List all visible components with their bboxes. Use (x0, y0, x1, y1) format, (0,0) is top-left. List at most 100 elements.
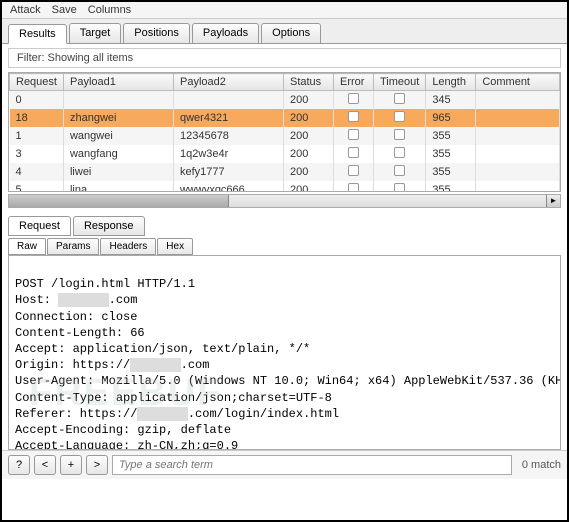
checkbox-icon (348, 147, 359, 158)
next-button[interactable]: > (86, 455, 108, 475)
prev-button[interactable]: < (34, 455, 56, 475)
cell-request: 1 (10, 127, 64, 145)
checkbox-icon (394, 165, 405, 176)
cell-request: 5 (10, 181, 64, 192)
plus-button[interactable]: + (60, 455, 82, 475)
cell-payload1: wangwei (63, 127, 173, 145)
sub-tabs: Raw Params Headers Hex (2, 236, 567, 255)
redacted: xxxxxxx (137, 407, 187, 421)
checkbox-icon (348, 129, 359, 140)
table-row[interactable]: 18zhangweiqwer4321200965 (10, 109, 560, 127)
tab-payloads[interactable]: Payloads (192, 23, 259, 43)
help-button[interactable]: ? (8, 455, 30, 475)
redacted: xxxxxxx (58, 293, 108, 307)
raw-line: Accept-Encoding: gzip, deflate (15, 423, 231, 437)
cell-comment (476, 163, 560, 181)
col-comment[interactable]: Comment (476, 74, 560, 91)
cell-error (333, 91, 373, 110)
h-scrollbar[interactable]: ◄ ► (8, 194, 561, 208)
cell-payload2: kefy1777 (173, 163, 283, 181)
results-table: Request Payload1 Payload2 Status Error T… (8, 72, 561, 192)
tab-results[interactable]: Results (8, 24, 67, 44)
table-row[interactable]: 4liweikefy1777200355 (10, 163, 560, 181)
cell-request: 0 (10, 91, 64, 110)
cell-comment (476, 181, 560, 192)
col-error[interactable]: Error (333, 74, 373, 91)
cell-error (333, 145, 373, 163)
subtab-hex[interactable]: Hex (157, 238, 193, 255)
cell-payload2: 1q2w3e4r (173, 145, 283, 163)
cell-timeout (373, 163, 425, 181)
tab-response[interactable]: Response (73, 216, 145, 236)
search-input[interactable] (112, 455, 512, 475)
cell-length: 355 (426, 127, 476, 145)
tab-options[interactable]: Options (261, 23, 321, 43)
col-request[interactable]: Request (10, 74, 64, 91)
table-row[interactable]: 0200345 (10, 91, 560, 110)
cell-timeout (373, 127, 425, 145)
cell-timeout (373, 91, 425, 110)
checkbox-icon (394, 147, 405, 158)
cell-comment (476, 109, 560, 127)
cell-payload1: zhangwei (63, 109, 173, 127)
top-tabs: Results Target Positions Payloads Option… (2, 19, 567, 44)
menu-attack[interactable]: Attack (10, 4, 41, 16)
checkbox-icon (394, 129, 405, 140)
cell-status: 200 (283, 181, 333, 192)
cell-payload2: 12345678 (173, 127, 283, 145)
redacted: xxxxxxx (130, 358, 180, 372)
menu-save[interactable]: Save (52, 4, 77, 16)
cell-length: 965 (426, 109, 476, 127)
checkbox-icon (348, 165, 359, 176)
cell-length: 355 (426, 145, 476, 163)
subtab-raw[interactable]: Raw (8, 238, 46, 255)
cell-payload1 (63, 91, 173, 110)
filter-bar[interactable]: Filter: Showing all items (8, 48, 561, 68)
tab-positions[interactable]: Positions (123, 23, 190, 43)
checkbox-icon (394, 111, 405, 122)
checkbox-icon (394, 183, 405, 192)
table-row[interactable]: 1wangwei12345678200355 (10, 127, 560, 145)
cell-timeout (373, 109, 425, 127)
col-payload1[interactable]: Payload1 (63, 74, 173, 91)
cell-payload1: lina (63, 181, 173, 192)
cell-status: 200 (283, 91, 333, 110)
scroll-right-icon[interactable]: ► (546, 195, 560, 207)
menu-columns[interactable]: Columns (88, 4, 131, 16)
table-row[interactable]: 5linawwwyxqc666200355 (10, 181, 560, 192)
cell-status: 200 (283, 109, 333, 127)
scroll-thumb[interactable] (9, 195, 229, 207)
bottom-bar: ? < + > 0 match (2, 450, 567, 479)
menubar: Attack Save Columns (2, 2, 567, 19)
cell-status: 200 (283, 163, 333, 181)
checkbox-icon (348, 93, 359, 104)
checkbox-icon (348, 111, 359, 122)
raw-line: Referer: https:// (15, 407, 137, 421)
cell-request: 18 (10, 109, 64, 127)
raw-line: Origin: https:// (15, 358, 130, 372)
raw-line: Accept-Language: zh-CN,zh;q=0.9 (15, 439, 238, 450)
cell-error (333, 127, 373, 145)
col-status[interactable]: Status (283, 74, 333, 91)
raw-line: Host: (15, 293, 58, 307)
cell-timeout (373, 145, 425, 163)
col-timeout[interactable]: Timeout (373, 74, 425, 91)
subtab-params[interactable]: Params (47, 238, 99, 255)
raw-request-panel[interactable]: POST /login.html HTTP/1.1 Host: xxxxxxx.… (8, 255, 561, 450)
mid-tabs: Request Response (2, 210, 567, 236)
cell-status: 200 (283, 145, 333, 163)
subtab-headers[interactable]: Headers (100, 238, 156, 255)
raw-line: Content-Type: application/json;charset=U… (15, 391, 332, 405)
col-length[interactable]: Length (426, 74, 476, 91)
col-payload2[interactable]: Payload2 (173, 74, 283, 91)
cell-request: 4 (10, 163, 64, 181)
tab-request[interactable]: Request (8, 216, 71, 236)
cell-error (333, 163, 373, 181)
checkbox-icon (394, 93, 405, 104)
raw-line: Connection: close (15, 310, 137, 324)
cell-error (333, 181, 373, 192)
table-row[interactable]: 3wangfang1q2w3e4r200355 (10, 145, 560, 163)
cell-comment (476, 127, 560, 145)
cell-comment (476, 91, 560, 110)
tab-target[interactable]: Target (69, 23, 122, 43)
